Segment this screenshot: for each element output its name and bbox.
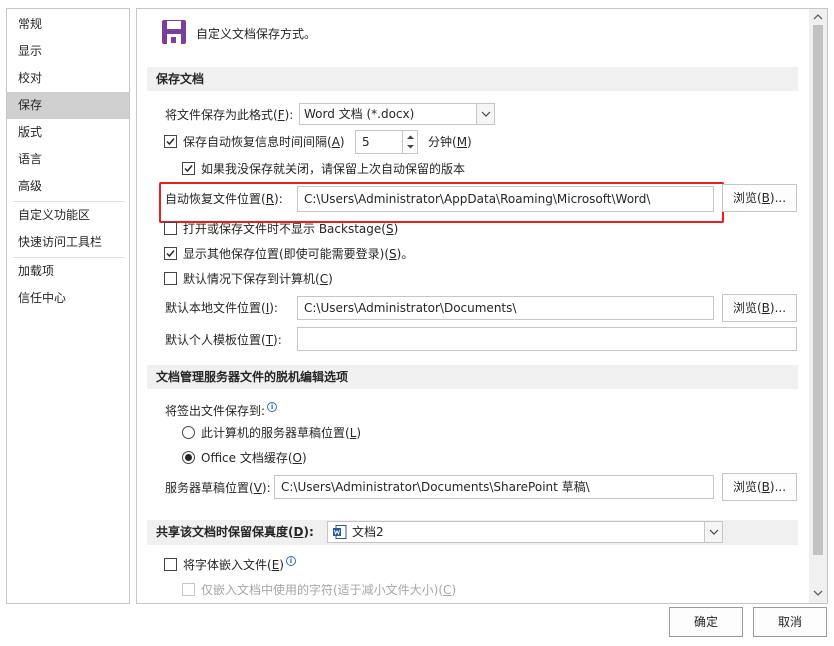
nav-item-language[interactable]: 语言	[7, 146, 129, 173]
nav-item-trust-center[interactable]: 信任中心	[7, 285, 129, 312]
no-backstage-label: 打开或保存文件时不显示 Backstage(S)	[183, 222, 399, 236]
embed-used-chars-label: 仅嵌入文档中使用的字符(适于减小文件大小)(C)	[201, 583, 457, 597]
nav-item-general[interactable]: 常规	[7, 11, 129, 38]
autorecover-location-label: 自动恢复文件位置(R):	[165, 192, 283, 206]
template-path-input[interactable]	[297, 327, 797, 351]
scrollbar-thumb[interactable]	[813, 25, 823, 555]
minutes-spinner[interactable]	[402, 131, 417, 153]
fidelity-document-value: 文档2	[352, 525, 384, 539]
local-path-value: C:\Users\Administrator\Documents\	[304, 301, 517, 315]
embed-fonts-label: 将字体嵌入文件(E) i	[183, 556, 296, 573]
autorecover-checkbox[interactable]	[164, 135, 177, 148]
chevron-down-icon	[704, 522, 722, 542]
options-nav: 常规 显示 校对 保存 版式 语言 高级 自定义功能区 快速访问工具栏 加载项 …	[6, 8, 130, 604]
radio-server-drafts[interactable]	[182, 426, 195, 439]
nav-item-advanced[interactable]: 高级	[7, 173, 129, 200]
save-to-computer-label: 默认情况下保存到计算机(C)	[183, 272, 333, 286]
keep-version-checkbox[interactable]	[182, 162, 195, 175]
save-icon	[161, 19, 187, 45]
browse-local-button[interactable]: 浏览(B)...	[722, 294, 797, 322]
page-description: 自定义文档保存方式。	[196, 27, 317, 41]
nav-item-save[interactable]: 保存	[7, 92, 129, 119]
radio-server-drafts-label: 此计算机的服务器草稿位置(L)	[201, 426, 362, 440]
show-other-locations-checkbox[interactable]	[164, 247, 177, 260]
drafts-location-value: C:\Users\Administrator\Documents\SharePo…	[281, 480, 590, 494]
checkout-label: 将签出文件保存到: i	[165, 402, 278, 419]
local-path-input[interactable]: C:\Users\Administrator\Documents\	[297, 296, 714, 320]
nav-item-proofing[interactable]: 校对	[7, 65, 129, 92]
embed-fonts-checkbox[interactable]	[164, 558, 177, 571]
ok-button[interactable]: 确定	[669, 607, 743, 637]
drafts-location-label: 服务器草稿位置(V):	[165, 481, 271, 495]
info-icon: i	[285, 556, 296, 566]
keep-version-label: 如果我没保存就关闭，请保留上次自动保留的版本	[201, 162, 466, 176]
info-icon: i	[267, 402, 278, 412]
format-label: 将文件保存为此格式(F):	[165, 108, 294, 122]
nav-item-quick-access[interactable]: 快速访问工具栏	[7, 229, 129, 256]
autorecover-location-value: C:\Users\Administrator\AppData\Roaming\M…	[304, 192, 651, 206]
drafts-location-input[interactable]: C:\Users\Administrator\Documents\SharePo…	[274, 475, 714, 499]
options-panel: 自定义文档保存方式。 保存文档 将文件保存为此格式(F): Word 文档 (*…	[136, 8, 828, 604]
browse-autorecover-button[interactable]: 浏览(B)...	[722, 184, 797, 212]
format-select-value: Word 文档 (*.docx)	[304, 107, 415, 121]
embed-used-chars-checkbox[interactable]	[182, 583, 195, 596]
nav-item-layout[interactable]: 版式	[7, 119, 129, 146]
save-to-computer-checkbox[interactable]	[164, 272, 177, 285]
nav-item-display[interactable]: 显示	[7, 38, 129, 65]
show-other-locations-label: 显示其他保存位置(即使可能需要登录)(S)。	[183, 247, 414, 261]
autorecover-label: 保存自动恢复信息时间间隔(A)	[183, 135, 345, 149]
local-path-label: 默认本地文件位置(I):	[165, 301, 278, 315]
minutes-label: 分钟(M)	[428, 135, 472, 149]
nav-item-customize-ribbon[interactable]: 自定义功能区	[7, 202, 129, 229]
chevron-down-icon	[476, 104, 494, 124]
browse-drafts-button[interactable]: 浏览(B)...	[722, 473, 797, 501]
format-select[interactable]: Word 文档 (*.docx)	[299, 103, 495, 125]
nav-item-addins[interactable]: 加载项	[7, 258, 129, 285]
radio-office-cache[interactable]	[182, 451, 195, 464]
fidelity-document-select[interactable]: 文档2	[327, 521, 723, 543]
autorecover-location-input[interactable]: C:\Users\Administrator\AppData\Roaming\M…	[297, 186, 714, 212]
section-save-documents: 保存文档	[147, 67, 798, 91]
autorecover-minutes-value: 5	[362, 135, 370, 149]
no-backstage-checkbox[interactable]	[164, 222, 177, 235]
word-document-icon	[333, 525, 347, 539]
cancel-button[interactable]: 取消	[753, 607, 827, 637]
template-path-label: 默认个人模板位置(T):	[165, 333, 282, 347]
radio-office-cache-label: Office 文档缓存(O)	[201, 451, 307, 465]
section-offline-editing: 文档管理服务器文件的脱机编辑选项	[147, 365, 798, 389]
